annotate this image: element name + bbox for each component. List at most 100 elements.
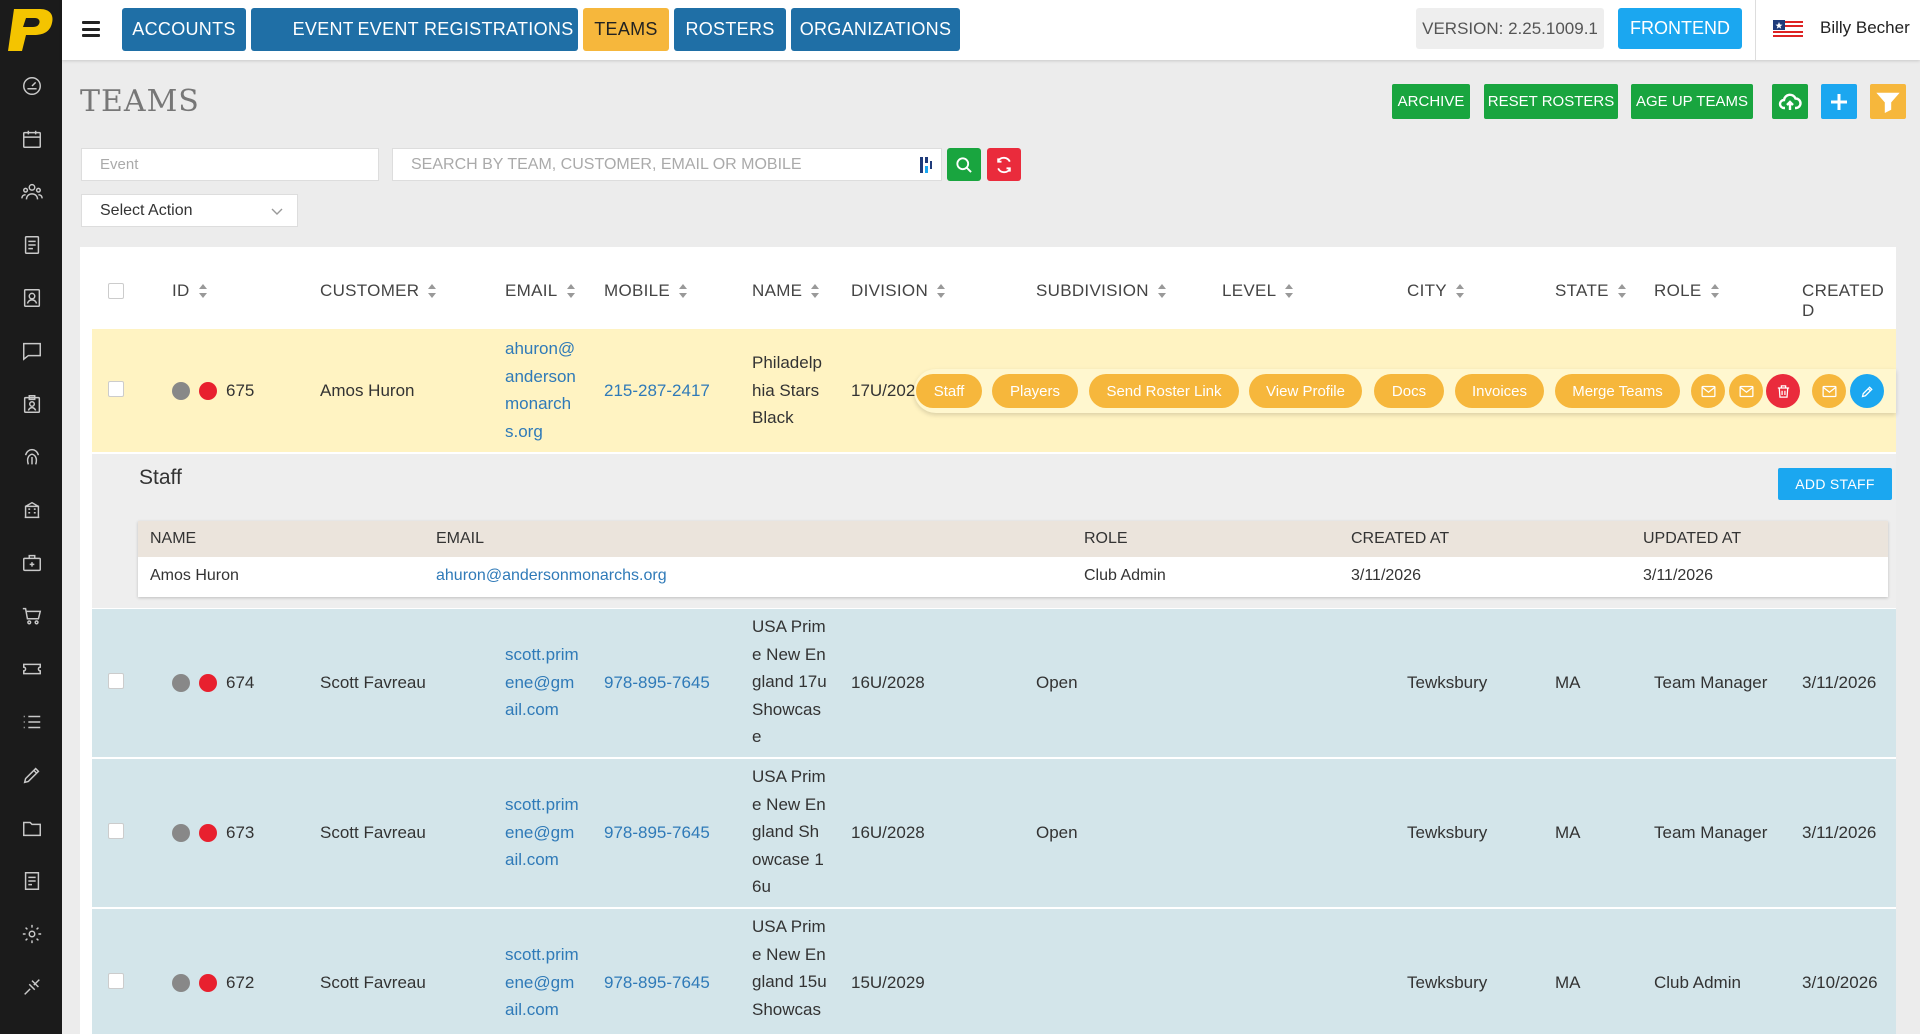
row-division: 16U/2028 bbox=[851, 823, 925, 842]
header-mobile[interactable]: MOBILE bbox=[604, 281, 688, 301]
calendar-icon[interactable] bbox=[20, 127, 44, 151]
email-button[interactable] bbox=[1812, 374, 1846, 408]
row-role: Club Admin bbox=[1654, 973, 1741, 992]
building-icon[interactable] bbox=[20, 498, 44, 522]
add-staff-button[interactable]: ADD STAFF bbox=[1778, 468, 1892, 500]
row-email[interactable]: scott.prim ene@gm ail.com bbox=[505, 791, 579, 874]
fingerprint-icon[interactable] bbox=[20, 445, 44, 469]
row-email[interactable]: scott.prim ene@gm ail.com bbox=[505, 641, 579, 724]
table-row[interactable]: 672 Scott Favreau scott.prim ene@gm ail.co… bbox=[92, 909, 1896, 1034]
ticket-icon[interactable] bbox=[20, 657, 44, 681]
table-row[interactable]: 674 Scott Favreau scott.prim ene@gm ail.co… bbox=[92, 609, 1896, 757]
staff-header-updated[interactable]: UPDATED AT bbox=[1643, 530, 1741, 548]
header-created[interactable]: CREATED D bbox=[1802, 281, 1896, 321]
table-row[interactable]: 673 Scott Favreau scott.prim ene@gm ail.co… bbox=[92, 759, 1896, 907]
staff-header-name[interactable]: NAME bbox=[150, 530, 196, 548]
edit-button[interactable] bbox=[1850, 374, 1884, 408]
header-city[interactable]: CITY bbox=[1407, 281, 1465, 301]
row-checkbox[interactable] bbox=[108, 673, 124, 689]
add-team-button[interactable] bbox=[1821, 84, 1857, 119]
user-name[interactable]: Billy Becher bbox=[1820, 18, 1910, 38]
contact-card-icon[interactable] bbox=[20, 286, 44, 310]
folder-icon[interactable] bbox=[20, 816, 44, 840]
tools-icon[interactable] bbox=[20, 975, 44, 999]
settings-icon[interactable] bbox=[20, 922, 44, 946]
header-state[interactable]: STATE bbox=[1555, 281, 1627, 301]
row-mobile[interactable]: 978-895-7645 bbox=[604, 969, 710, 997]
message-icon[interactable] bbox=[20, 339, 44, 363]
cart-icon[interactable] bbox=[20, 604, 44, 628]
pencil-icon[interactable] bbox=[20, 763, 44, 787]
staff-button[interactable]: Staff bbox=[916, 374, 982, 408]
id-badge-icon[interactable] bbox=[20, 392, 44, 416]
invoices-button[interactable]: Invoices bbox=[1455, 374, 1544, 408]
row-checkbox[interactable] bbox=[108, 973, 124, 989]
nav-tab-accounts[interactable]: ACCOUNTS bbox=[122, 8, 246, 51]
row-state: MA bbox=[1555, 973, 1581, 992]
hamburger-menu-icon[interactable] bbox=[80, 18, 102, 40]
page-title: TEAMS bbox=[80, 84, 200, 119]
header-role[interactable]: ROLE bbox=[1654, 281, 1720, 301]
row-email[interactable]: scott.prim ene@gm ail.com bbox=[505, 941, 579, 1024]
row-checkbox[interactable] bbox=[108, 823, 124, 839]
filter-button[interactable] bbox=[1870, 84, 1906, 119]
row-city: Tewksbury bbox=[1407, 973, 1488, 992]
header-level[interactable]: LEVEL bbox=[1222, 281, 1294, 301]
header-email[interactable]: EMAIL bbox=[505, 281, 576, 301]
header-id[interactable]: ID bbox=[172, 281, 208, 301]
reset-rosters-button[interactable]: RESET ROSTERS bbox=[1484, 84, 1618, 119]
header-division[interactable]: DIVISION bbox=[851, 281, 946, 301]
list-icon[interactable] bbox=[20, 710, 44, 734]
view-profile-button[interactable]: View Profile bbox=[1249, 374, 1362, 408]
top-navigation-bar: ACCOUNTS EVENTS EVENT REGISTRATIONS TEAM… bbox=[62, 0, 1920, 60]
staff-email[interactable]: ahuron@andersonmonarchs.org bbox=[436, 567, 667, 585]
row-checkbox[interactable] bbox=[108, 381, 124, 397]
nav-tab-teams[interactable]: TEAMS bbox=[583, 8, 669, 51]
row-action-bar: Staff Players Send Roster Link View Prof… bbox=[914, 369, 1896, 413]
sort-icon bbox=[1285, 284, 1294, 298]
notes-icon[interactable] bbox=[20, 869, 44, 893]
row-mobile[interactable]: 978-895-7645 bbox=[604, 819, 710, 847]
nav-tab-event-registrations[interactable]: EVENT REGISTRATIONS bbox=[353, 8, 578, 51]
users-icon[interactable] bbox=[20, 180, 44, 204]
password-manager-icon[interactable] bbox=[919, 156, 933, 174]
briefcase-icon[interactable] bbox=[20, 551, 44, 575]
status-dot-red bbox=[199, 824, 217, 842]
archive-button[interactable]: ARCHIVE bbox=[1392, 84, 1470, 119]
row-mobile[interactable]: 978-895-7645 bbox=[604, 669, 710, 697]
row-division: 17U/202 bbox=[851, 381, 916, 400]
document-icon[interactable] bbox=[20, 233, 44, 257]
row-city: Tewksbury bbox=[1407, 673, 1488, 692]
send-roster-link-button[interactable]: Send Roster Link bbox=[1089, 374, 1239, 408]
frontend-button[interactable]: FRONTEND bbox=[1618, 8, 1742, 49]
merge-teams-button[interactable]: Merge Teams bbox=[1555, 374, 1680, 408]
app-logo[interactable] bbox=[4, 4, 58, 56]
staff-header-created[interactable]: CREATED AT bbox=[1351, 530, 1449, 548]
event-filter-input[interactable] bbox=[81, 148, 379, 181]
nav-tab-rosters[interactable]: ROSTERS bbox=[674, 8, 786, 51]
staff-header-role[interactable]: ROLE bbox=[1084, 530, 1128, 548]
age-up-teams-button[interactable]: AGE UP TEAMS bbox=[1631, 84, 1753, 119]
email-button[interactable] bbox=[1691, 374, 1725, 408]
search-icon bbox=[956, 156, 972, 173]
search-button[interactable] bbox=[947, 148, 981, 181]
delete-button[interactable] bbox=[1766, 374, 1800, 408]
row-mobile[interactable]: 215-287-2417 bbox=[604, 377, 710, 405]
staff-header-email[interactable]: EMAIL bbox=[436, 530, 484, 548]
email-button[interactable] bbox=[1729, 374, 1763, 408]
header-name[interactable]: NAME bbox=[752, 281, 820, 301]
select-all-checkbox[interactable] bbox=[108, 283, 124, 299]
header-customer[interactable]: CUSTOMER bbox=[320, 281, 437, 301]
docs-button[interactable]: Docs bbox=[1374, 374, 1444, 408]
select-action-dropdown[interactable]: Select Action bbox=[81, 194, 298, 227]
players-button[interactable]: Players bbox=[992, 374, 1078, 408]
status-dot-grey bbox=[172, 674, 190, 692]
search-input[interactable] bbox=[393, 149, 913, 180]
chevron-down-icon bbox=[271, 208, 283, 215]
header-subdivision[interactable]: SUBDIVISION bbox=[1036, 281, 1167, 301]
nav-tab-organizations[interactable]: ORGANIZATIONS bbox=[791, 8, 960, 51]
reset-search-button[interactable] bbox=[987, 148, 1021, 181]
row-email[interactable]: ahuron@ anderson monarch s.org bbox=[505, 335, 576, 445]
dashboard-icon[interactable] bbox=[20, 74, 44, 98]
cloud-upload-button[interactable] bbox=[1772, 84, 1808, 119]
